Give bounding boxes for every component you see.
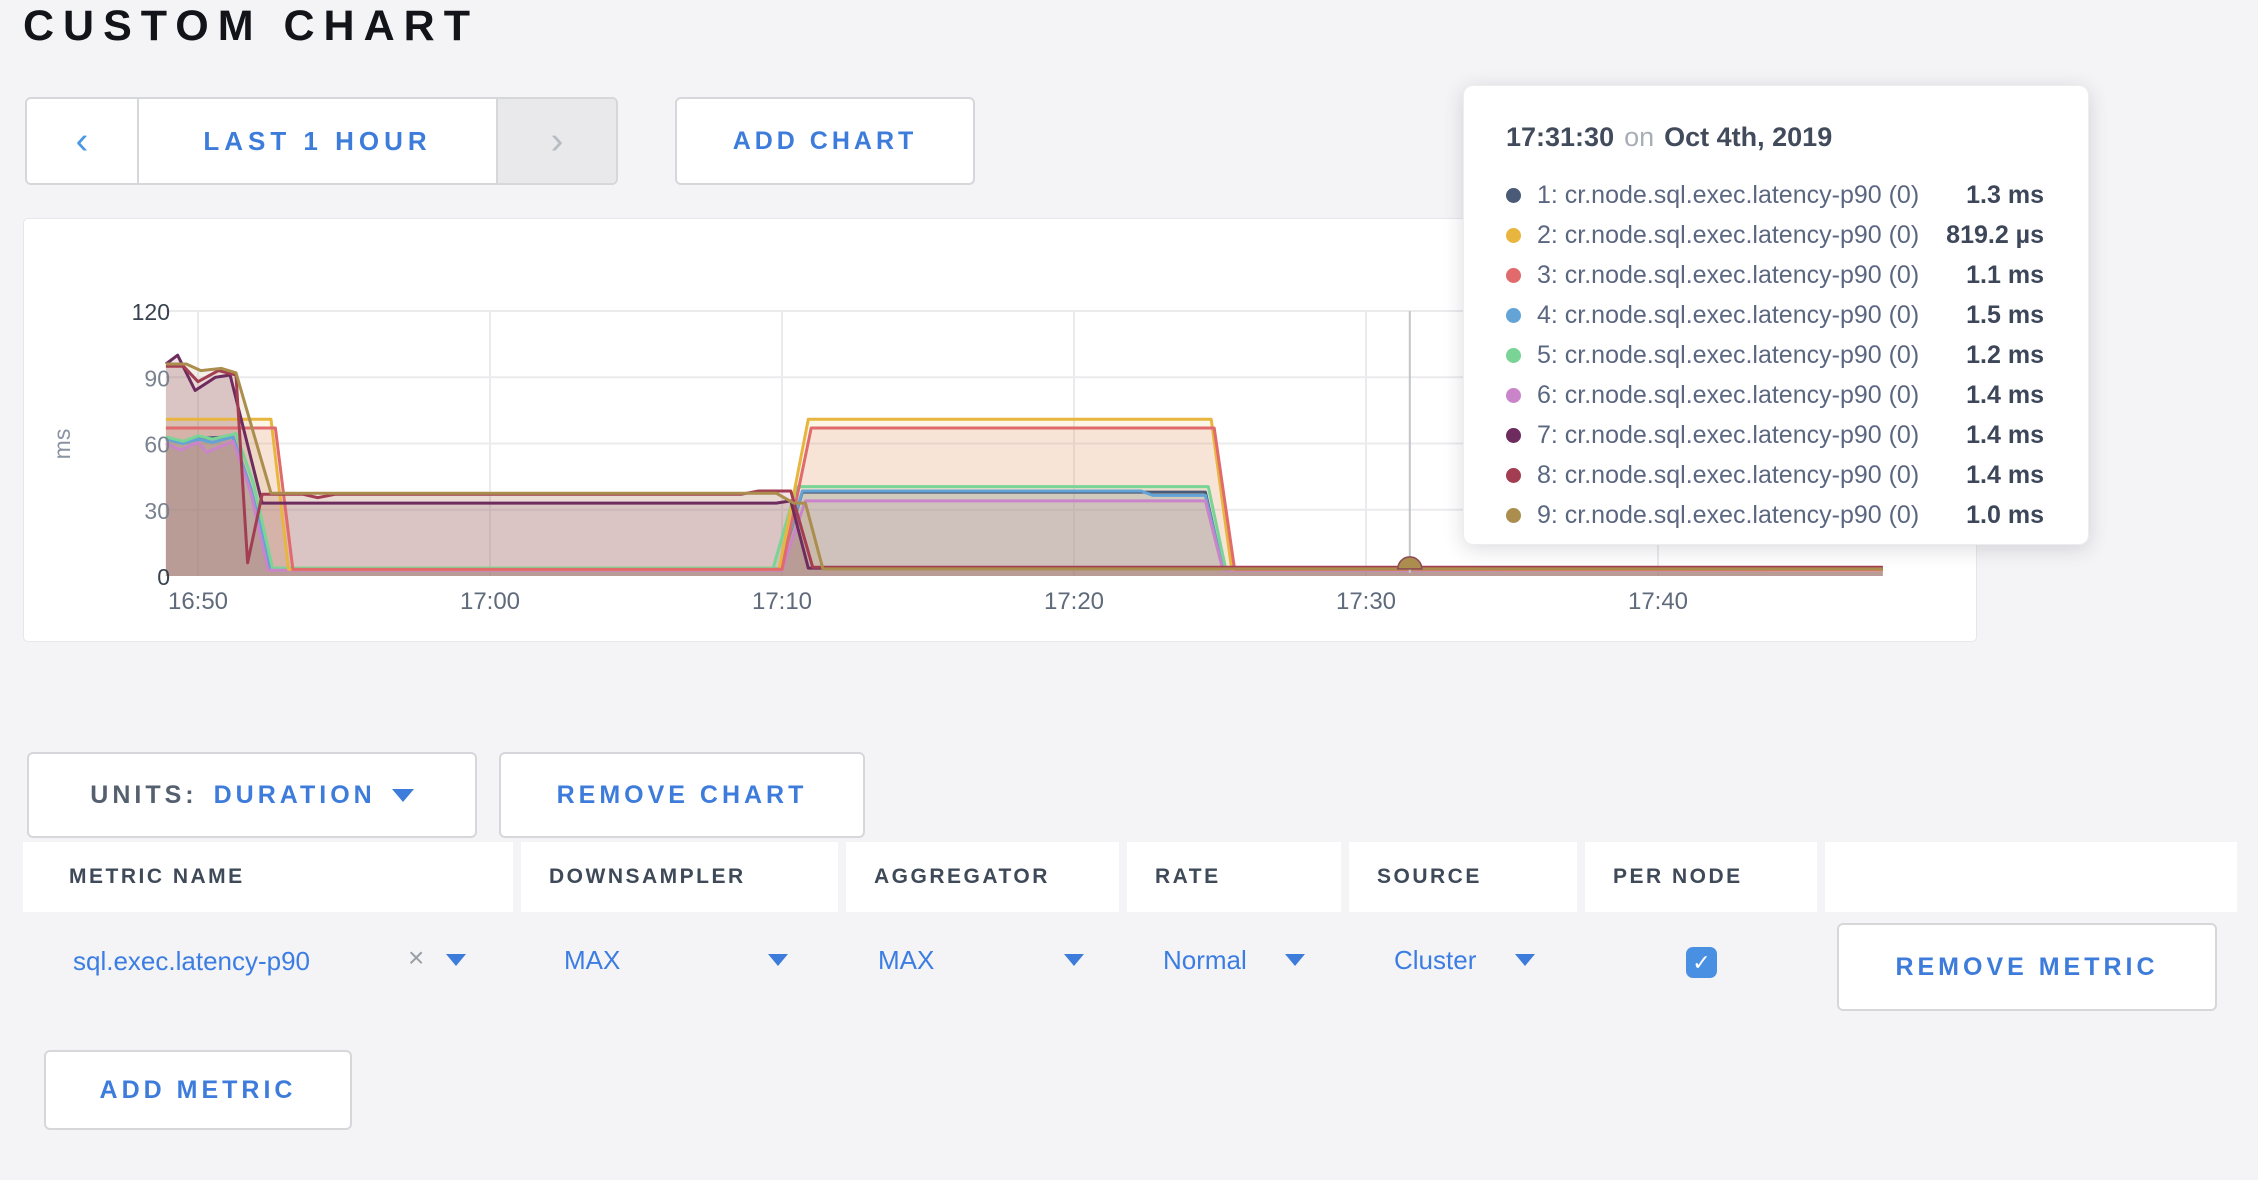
x-tick-label: 16:50 [168,588,228,615]
tooltip-row: 9: cr.node.sql.exec.latency-p90 (0)1.0 m… [1506,495,2044,535]
tooltip-row: 8: cr.node.sql.exec.latency-p90 (0)1.4 m… [1506,455,2044,495]
series-color-dot [1506,188,1521,203]
series-value: 1.4 ms [1966,381,2044,410]
aggregator-dropdown[interactable]: MAX [878,938,1084,982]
x-tick-label: 17:10 [752,588,812,615]
tooltip-row: 3: cr.node.sql.exec.latency-p90 (0)1.1 m… [1506,255,2044,295]
hover-point-dot [1398,557,1422,569]
chevron-left-icon: ‹ [76,122,89,160]
downsampler-dropdown[interactable]: MAX [564,938,788,982]
downsampler-value: MAX [564,945,620,976]
time-window-label-button[interactable]: LAST 1 HOUR [139,99,496,183]
tooltip-row: 1: cr.node.sql.exec.latency-p90 (0)1.3 m… [1506,175,2044,215]
remove-chart-button[interactable]: REMOVE CHART [499,752,865,838]
series-color-dot [1506,268,1521,283]
series-value: 819.2 µs [1946,221,2044,250]
y-tick-label: 0 [157,564,170,590]
series-value: 1.0 ms [1966,501,2044,530]
y-axis-unit-label: ms [49,429,75,460]
units-dropdown[interactable]: UNITS: DURATION [27,752,477,838]
x-tick-label: 17:00 [460,588,520,615]
column-header-downsampler: DOWNSAMPLER [521,842,838,912]
chevron-down-icon [1064,954,1084,966]
tooltip-timestamp: 17:31:30 on Oct 4th, 2019 [1506,122,2044,153]
column-header-metric-name: METRIC NAME [23,842,513,912]
tooltip-row: 4: cr.node.sql.exec.latency-p90 (0)1.5 m… [1506,295,2044,335]
x-tick-label: 17:30 [1336,588,1396,615]
remove-metric-button[interactable]: REMOVE METRIC [1837,923,2217,1011]
chevron-down-icon [1285,954,1305,966]
time-window-label: LAST 1 HOUR [203,126,431,157]
x-tick-label: 17:20 [1044,588,1104,615]
column-header-source: SOURCE [1349,842,1577,912]
series-color-dot [1506,388,1521,403]
tooltip-on-word: on [1624,122,1654,152]
series-label: 5: cr.node.sql.exec.latency-p90 (0) [1537,341,1966,370]
rate-value: Normal [1163,945,1247,976]
series-label: 3: cr.node.sql.exec.latency-p90 (0) [1537,261,1966,290]
series-label: 9: cr.node.sql.exec.latency-p90 (0) [1537,501,1966,530]
series-color-dot [1506,428,1521,443]
series-label: 4: cr.node.sql.exec.latency-p90 (0) [1537,301,1966,330]
add-metric-button[interactable]: ADD METRIC [44,1050,352,1130]
x-tick-label: 17:40 [1628,588,1688,615]
page-title: CUSTOM CHART [23,2,479,51]
tooltip-row: 5: cr.node.sql.exec.latency-p90 (0)1.2 m… [1506,335,2044,375]
series-value: 1.1 ms [1966,261,2044,290]
chevron-down-icon [1515,954,1535,966]
series-value: 1.2 ms [1966,341,2044,370]
chevron-down-icon [768,954,788,966]
chevron-down-icon [392,789,414,802]
tooltip-date: Oct 4th, 2019 [1664,122,1832,152]
units-value: DURATION [214,781,376,810]
column-header-actions [1825,842,2237,912]
tooltip-time: 17:31:30 [1506,122,1614,152]
tooltip-row: 2: cr.node.sql.exec.latency-p90 (0)819.2… [1506,215,2044,255]
add-chart-button[interactable]: ADD CHART [675,97,975,185]
metric-name-link[interactable]: sql.exec.latency-p90 [73,946,310,977]
tooltip-row: 6: cr.node.sql.exec.latency-p90 (0)1.4 m… [1506,375,2044,415]
series-label: 6: cr.node.sql.exec.latency-p90 (0) [1537,381,1966,410]
time-window-selector: ‹ LAST 1 HOUR › [25,97,618,185]
y-tick-label: 90 [144,365,170,391]
series-value: 1.4 ms [1966,461,2044,490]
y-tick-label: 120 [132,299,170,325]
series-color-dot [1506,508,1521,523]
rate-dropdown[interactable]: Normal [1163,938,1305,982]
y-tick-label: 30 [144,498,170,524]
clear-metric-icon[interactable]: × [408,944,424,972]
per-node-checkbox[interactable]: ✓ [1686,947,1717,978]
series-color-dot [1506,348,1521,363]
series-color-dot [1506,228,1521,243]
series-label: 2: cr.node.sql.exec.latency-p90 (0) [1537,221,1946,250]
metric-chevron-down-icon[interactable] [446,954,466,966]
source-value: Cluster [1394,945,1476,976]
series-value: 1.4 ms [1966,421,2044,450]
time-window-prev-button[interactable]: ‹ [27,99,139,183]
units-label: UNITS: [90,781,197,810]
chevron-right-icon: › [551,122,564,160]
series-label: 1: cr.node.sql.exec.latency-p90 (0) [1537,181,1966,210]
column-header-aggregator: AGGREGATOR [846,842,1119,912]
series-color-dot [1506,468,1521,483]
check-icon: ✓ [1692,950,1710,976]
series-label: 7: cr.node.sql.exec.latency-p90 (0) [1537,421,1966,450]
tooltip-row: 7: cr.node.sql.exec.latency-p90 (0)1.4 m… [1506,415,2044,455]
source-dropdown[interactable]: Cluster [1394,938,1535,982]
series-value: 1.3 ms [1966,181,2044,210]
series-label: 8: cr.node.sql.exec.latency-p90 (0) [1537,461,1966,490]
y-tick-label: 60 [144,432,170,458]
time-window-next-button[interactable]: › [496,99,616,183]
column-header-rate: RATE [1127,842,1341,912]
chart-tooltip: 17:31:30 on Oct 4th, 2019 1: cr.node.sql.e… [1463,85,2089,545]
series-color-dot [1506,308,1521,323]
aggregator-value: MAX [878,945,934,976]
custom-chart-page: CUSTOM CHART ‹ LAST 1 HOUR › ADD CHART 0… [0,0,2258,1180]
series-value: 1.5 ms [1966,301,2044,330]
tooltip-rows: 1: cr.node.sql.exec.latency-p90 (0)1.3 m… [1506,175,2044,535]
column-header-per-node: PER NODE [1585,842,1817,912]
